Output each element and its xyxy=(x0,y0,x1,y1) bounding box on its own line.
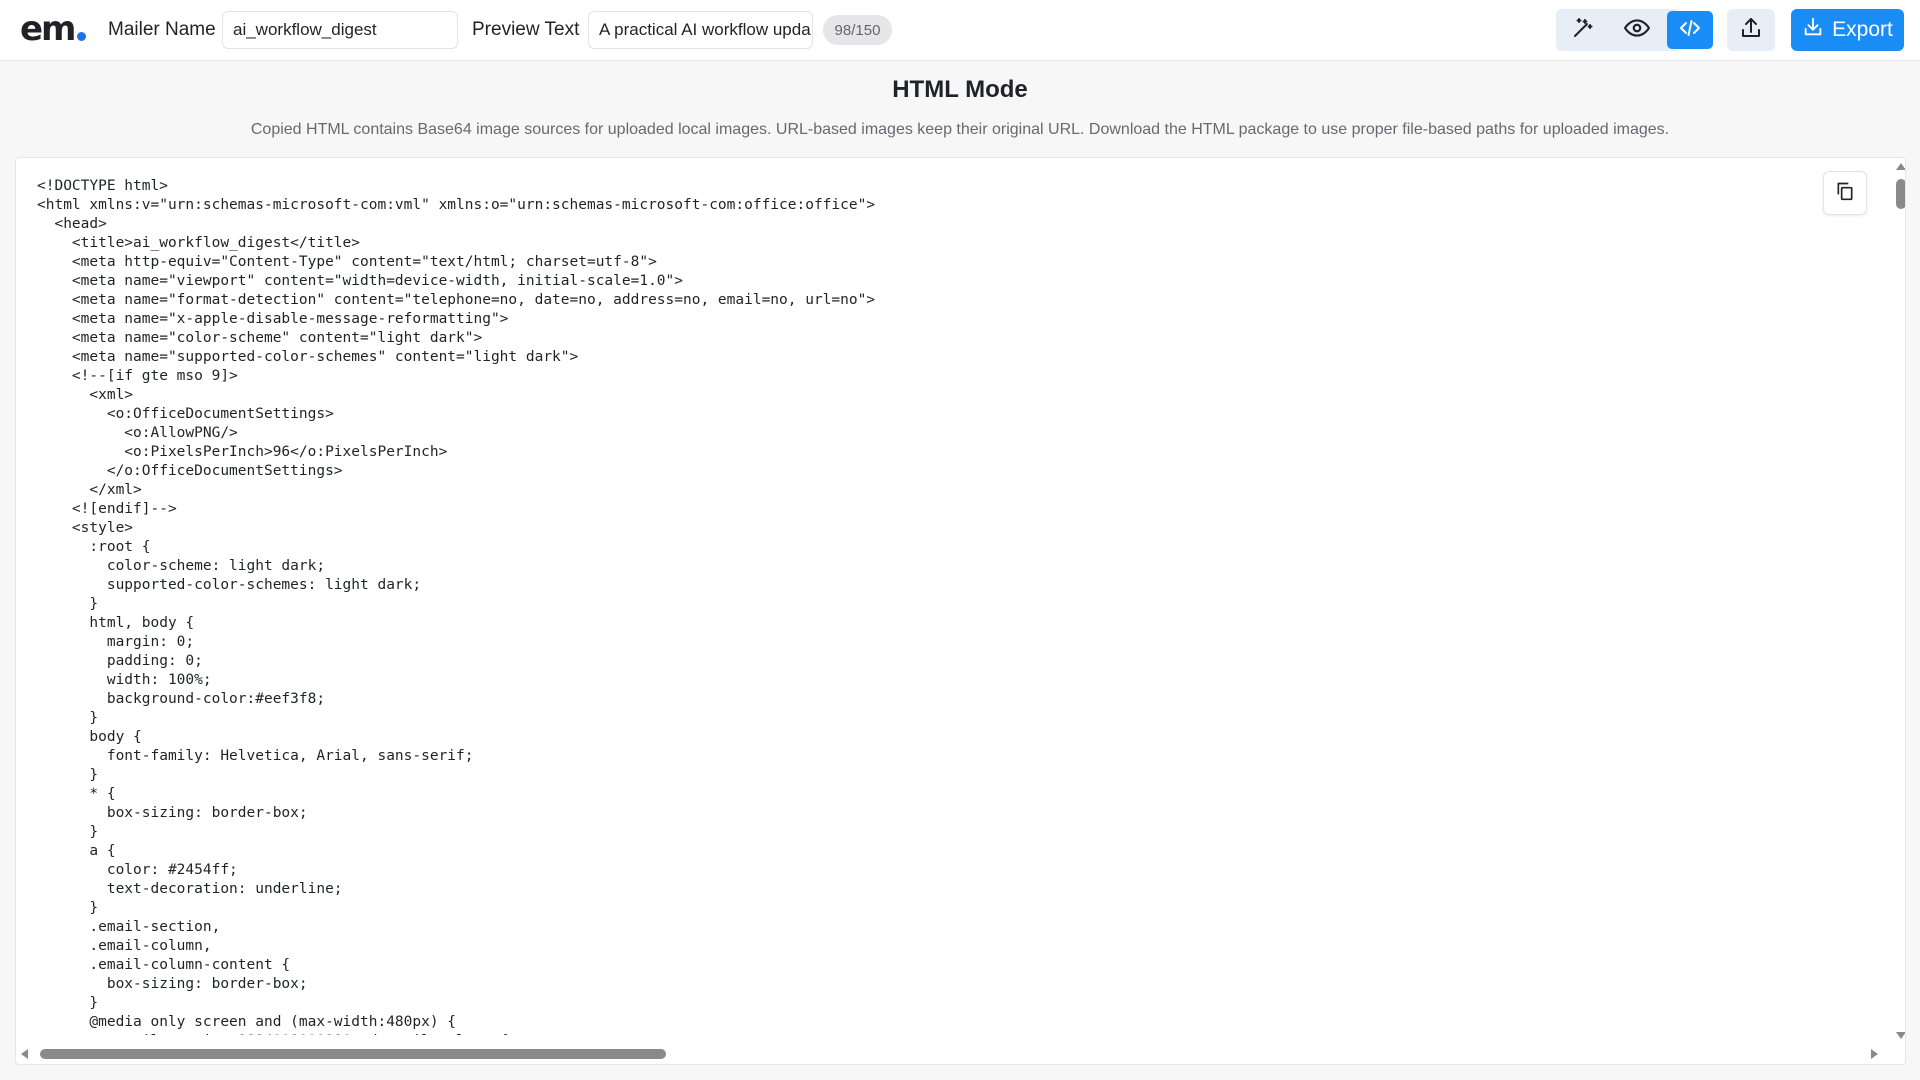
code-line: } xyxy=(37,824,99,840)
mailer-name-label: Mailer Name xyxy=(108,19,216,40)
logo-text: em xyxy=(20,9,76,49)
vertical-scrollbar-thumb[interactable] xyxy=(1896,179,1905,209)
code-line: * { xyxy=(37,786,116,802)
code-line: box-sizing: border-box; xyxy=(37,976,308,992)
preview-text-label: Preview Text xyxy=(472,19,580,40)
design-mode-button[interactable] xyxy=(1558,11,1608,49)
page-note: Copied HTML contains Base64 image source… xyxy=(250,121,1670,138)
code-line: } xyxy=(37,995,99,1011)
eye-icon xyxy=(1623,15,1651,46)
code-line: .email-column, xyxy=(37,938,212,954)
export-button[interactable]: Export xyxy=(1791,9,1904,51)
preview-text-input[interactable]: A practical AI workflow upda xyxy=(588,11,813,49)
code-line: <meta name="viewport" content="width=dev… xyxy=(37,273,684,289)
code-line: color: #2454ff; xyxy=(37,862,238,878)
scroll-up-arrow[interactable] xyxy=(1896,163,1905,170)
upload-button[interactable] xyxy=(1727,9,1775,51)
code-line: color-scheme: light dark; xyxy=(37,558,326,574)
scroll-left-arrow[interactable] xyxy=(21,1049,28,1059)
code-line: </o:OfficeDocumentSettings> xyxy=(37,463,343,479)
horizontal-scrollbar-thumb[interactable] xyxy=(40,1049,666,1059)
code-line: .email-column-content { xyxy=(37,957,291,973)
code-line: <meta name="color-scheme" content="light… xyxy=(37,330,483,346)
copy-icon xyxy=(1835,181,1855,206)
code-line: <o:OfficeDocumentSettings> xyxy=(37,406,334,422)
code-line: <o:PixelsPerInch>96</o:PixelsPerInch> xyxy=(37,444,448,460)
code-line: <meta name="format-detection" content="t… xyxy=(37,292,876,308)
code-line: html, body { xyxy=(37,615,195,631)
code-line: } xyxy=(37,900,99,916)
code-line: text-decoration: underline; xyxy=(37,881,343,897)
code-line: } xyxy=(37,710,99,726)
top-bar: em Mailer Name ai_workflow_digest Previe… xyxy=(0,0,1920,61)
html-code-view[interactable]: <!DOCTYPE html> <html xmlns:v="urn:schema… xyxy=(37,177,1827,1035)
char-counter-badge: 98/150 xyxy=(823,15,892,45)
code-line: <html xmlns:v="urn:schemas-microsoft-com… xyxy=(37,197,876,213)
code-line: <o:AllowPNG/> xyxy=(37,425,238,441)
code-line: <head> xyxy=(37,216,107,232)
code-line: body { xyxy=(37,729,142,745)
code-line: <meta http-equiv="Content-Type" content=… xyxy=(37,254,657,270)
code-line: <meta name="supported-color-schemes" con… xyxy=(37,349,579,365)
code-line: </xml> xyxy=(37,482,142,498)
mode-toggle-group xyxy=(1556,9,1680,51)
code-icon xyxy=(1678,16,1702,45)
code-line: supported-color-schemes: light dark; xyxy=(37,577,422,593)
magic-wand-icon xyxy=(1571,16,1595,45)
code-line: <style> xyxy=(37,520,134,536)
code-line: margin: 0; xyxy=(37,634,195,650)
code-line: width: 100%; xyxy=(37,672,212,688)
preview-mode-button[interactable] xyxy=(1612,11,1662,49)
copy-code-button[interactable] xyxy=(1823,171,1867,215)
scroll-down-arrow[interactable] xyxy=(1896,1032,1905,1039)
code-line: <![endif]--> xyxy=(37,501,177,517)
code-line: .email-section, xyxy=(37,919,221,935)
code-line: background-color:#eef3f8; xyxy=(37,691,326,707)
code-panel: <!DOCTYPE html> <html xmlns:v="urn:schema… xyxy=(15,157,1906,1065)
code-line: <xml> xyxy=(37,387,134,403)
code-line: <!--[if gte mso 9]> xyxy=(37,368,238,384)
code-line: font-family: Helvetica, Arial, sans-seri… xyxy=(37,748,474,764)
upload-icon xyxy=(1739,16,1763,45)
download-icon xyxy=(1802,16,1824,44)
logo-dot xyxy=(76,32,86,41)
code-line: } xyxy=(37,767,99,783)
code-line: <!DOCTYPE html> xyxy=(37,178,168,194)
html-mode-button[interactable] xyxy=(1667,11,1713,49)
page-title: HTML Mode xyxy=(892,76,1028,103)
code-line: .email-section-1884001000110 td.email-co… xyxy=(37,1032,1827,1035)
code-line: } xyxy=(37,596,99,612)
code-line: a { xyxy=(37,843,116,859)
export-label: Export xyxy=(1832,18,1893,41)
code-line: @media only screen and (max-width:480px)… xyxy=(37,1014,457,1030)
app-logo[interactable]: em xyxy=(20,9,86,49)
code-line: :root { xyxy=(37,539,151,555)
code-line: box-sizing: border-box; xyxy=(37,805,308,821)
mailer-name-input[interactable]: ai_workflow_digest xyxy=(222,11,458,49)
code-line: <title>ai_workflow_digest</title> xyxy=(37,235,361,251)
code-line: <meta name="x-apple-disable-message-refo… xyxy=(37,311,509,327)
scroll-right-arrow[interactable] xyxy=(1871,1049,1878,1059)
code-line: padding: 0; xyxy=(37,653,203,669)
